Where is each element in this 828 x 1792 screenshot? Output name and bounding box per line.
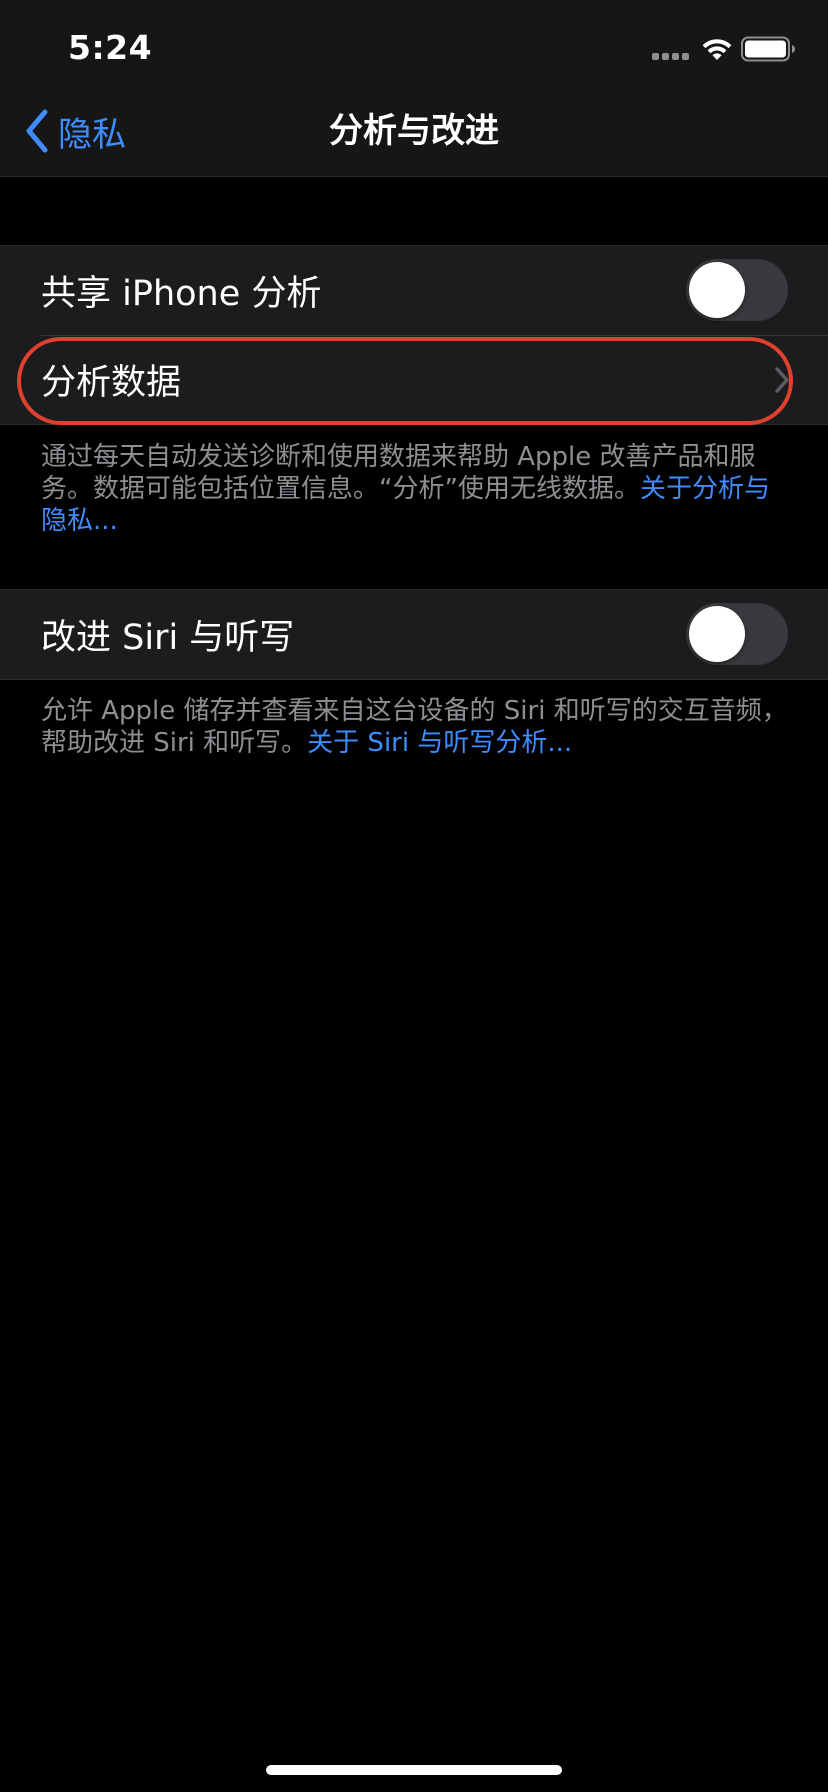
status-time: 5:24 xyxy=(68,28,153,67)
wifi-icon xyxy=(702,39,732,60)
improve-siri-cell: 改进 Siri 与听写 xyxy=(0,590,828,679)
signal-dots-icon xyxy=(652,53,689,60)
home-indicator[interactable] xyxy=(266,1765,562,1775)
analytics-footer: 通过每天自动发送诊断和使用数据来帮助 Apple 改善产品和服务。数据可能包括位… xyxy=(41,441,791,537)
share-analytics-toggle[interactable] xyxy=(686,259,788,321)
battery-icon xyxy=(741,36,795,62)
siri-analytics-link[interactable]: 关于 Siri 与听写分析... xyxy=(307,728,572,758)
analytics-group: 共享 iPhone 分析 分析数据 xyxy=(0,245,828,425)
analytics-data-label: 分析数据 xyxy=(41,363,182,403)
toggle-knob xyxy=(689,606,745,662)
analytics-data-cell[interactable]: 分析数据 xyxy=(0,335,828,424)
chevron-right-icon xyxy=(775,367,789,393)
share-analytics-cell: 共享 iPhone 分析 xyxy=(0,246,828,335)
share-analytics-label: 共享 iPhone 分析 xyxy=(41,274,322,314)
siri-group: 改进 Siri 与听写 xyxy=(0,589,828,680)
improve-siri-label: 改进 Siri 与听写 xyxy=(41,618,295,658)
toggle-knob xyxy=(689,262,745,318)
siri-footer: 允许 Apple 储存并查看来自这台设备的 Siri 和听写的交互音频，帮助改进… xyxy=(41,695,791,759)
page-title: 分析与改进 xyxy=(329,111,499,151)
improve-siri-toggle[interactable] xyxy=(686,603,788,665)
top-bar: 5:24 隐私 分析与改进 xyxy=(0,0,828,177)
